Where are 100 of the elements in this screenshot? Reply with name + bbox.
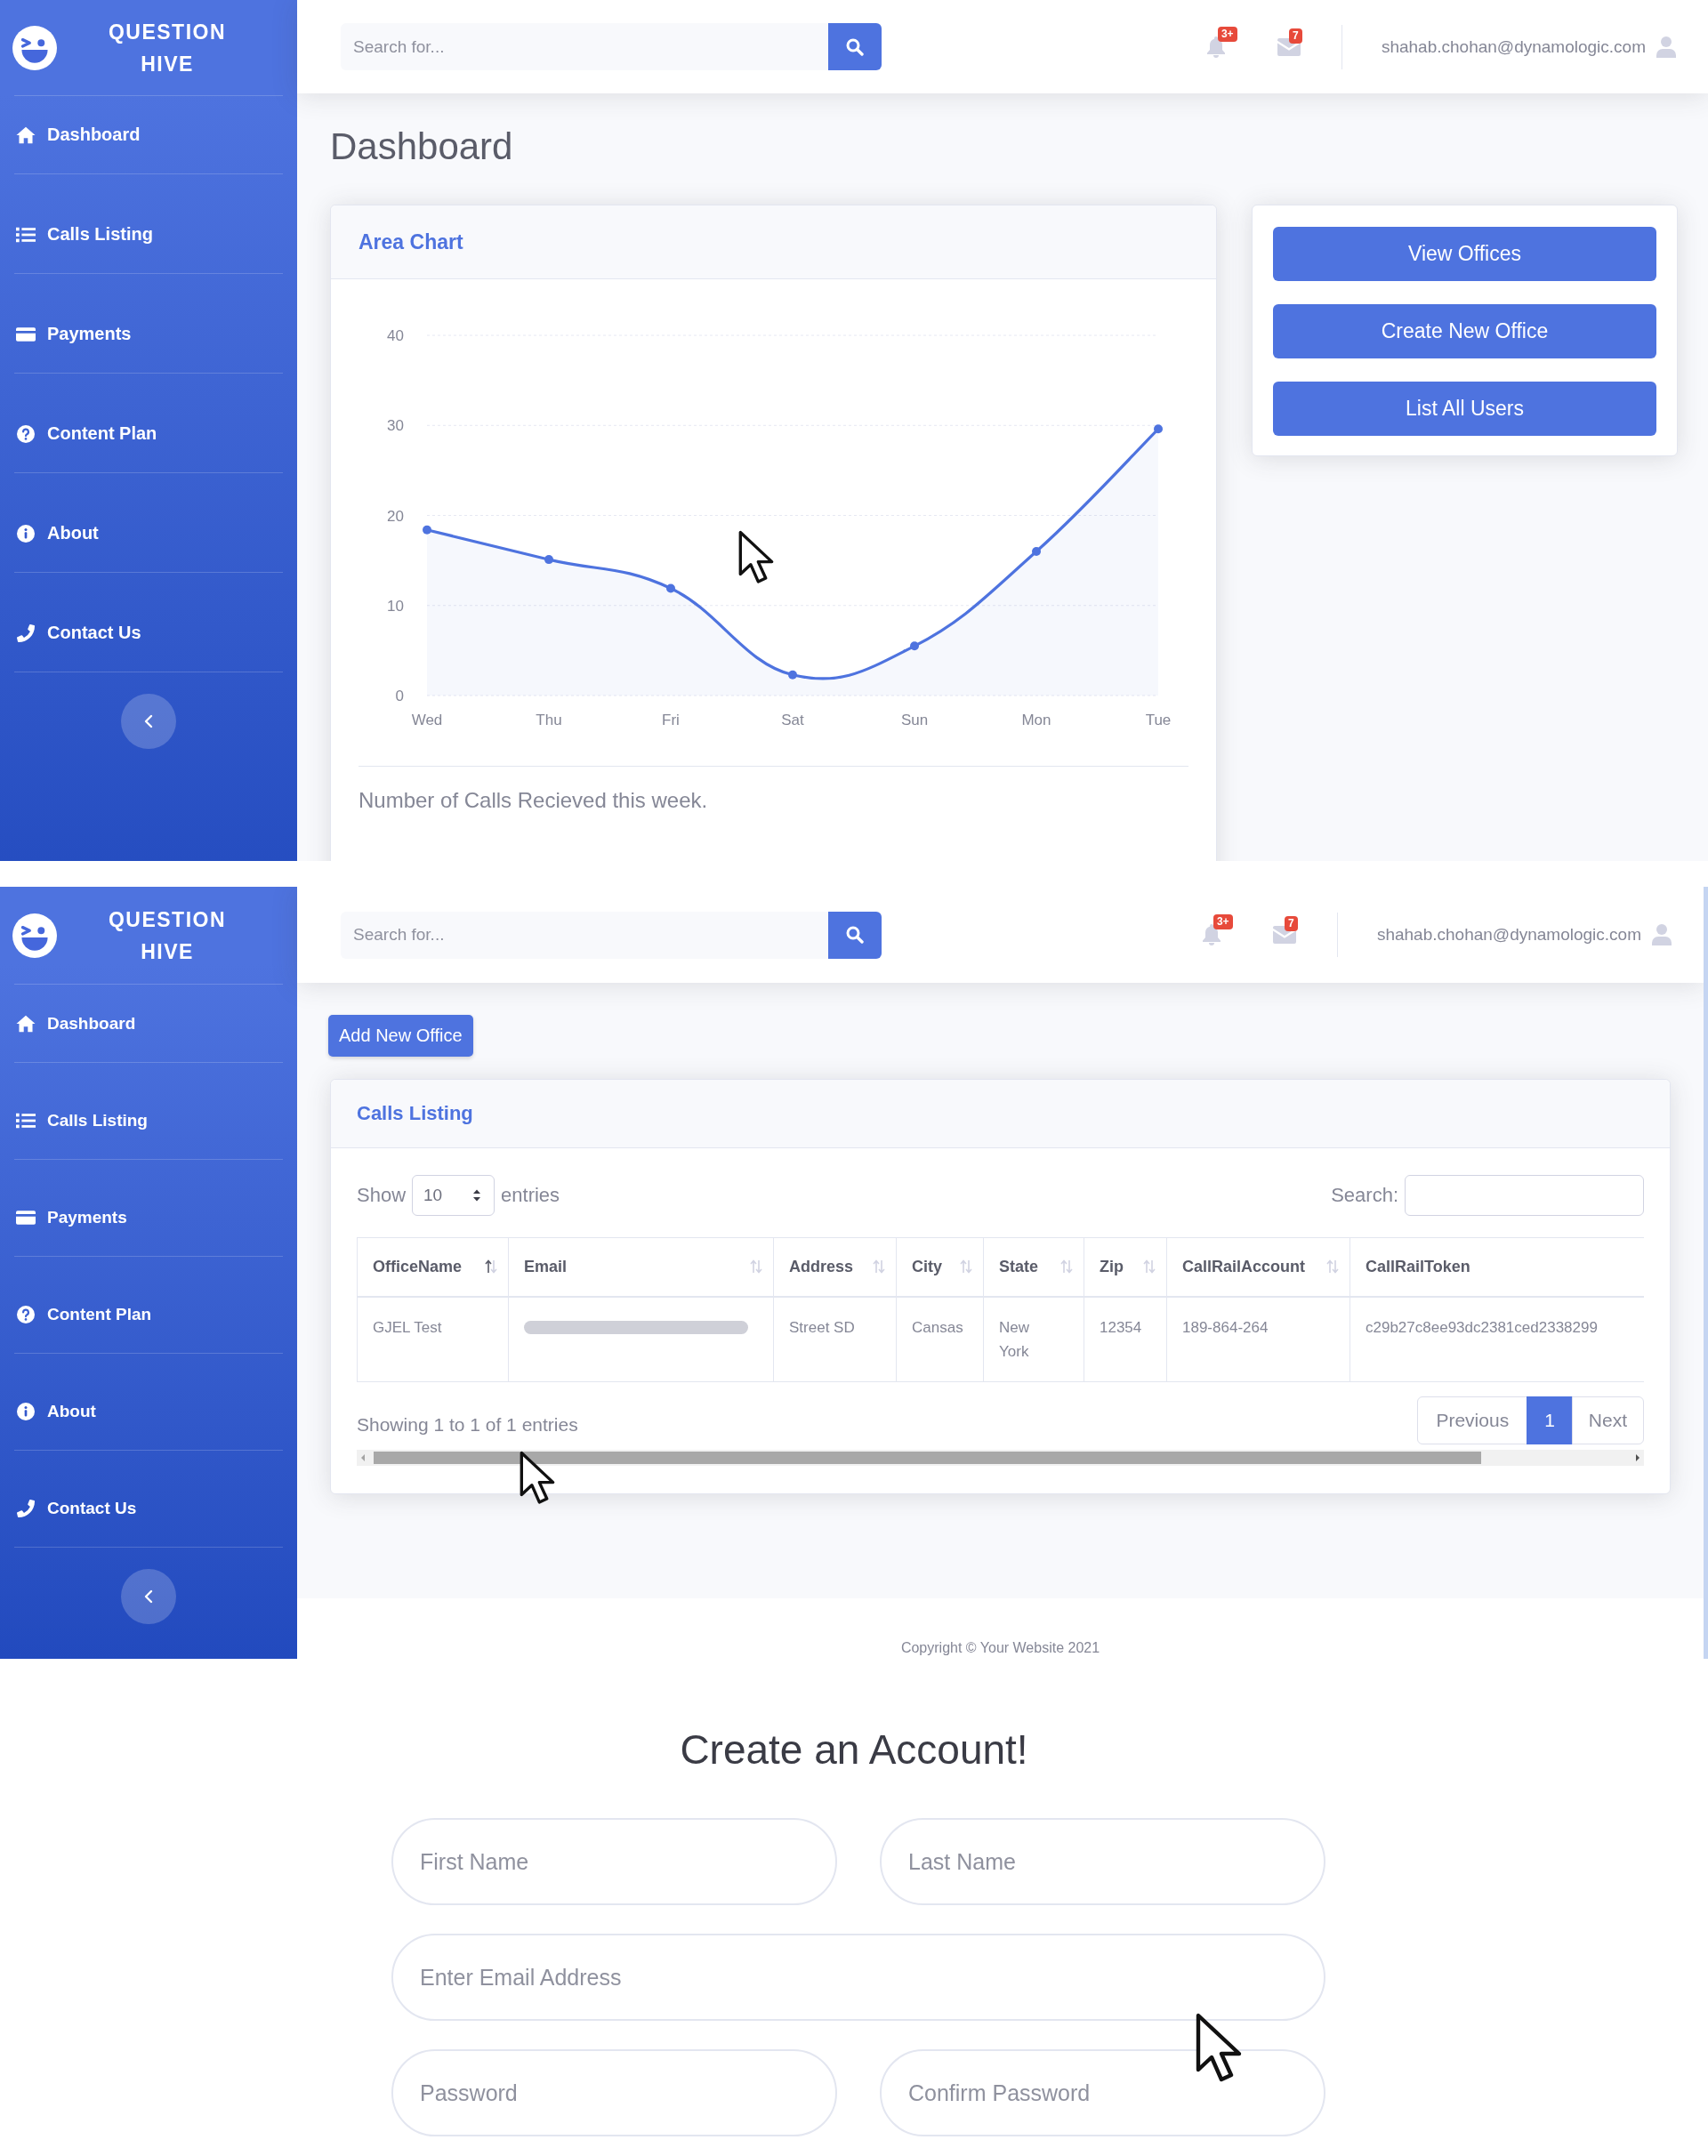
text-input-field[interactable]: First Name <box>391 1818 837 1905</box>
entries-label: entries <box>501 1184 560 1207</box>
table-cell: 189-864-264 <box>1166 1296 1350 1381</box>
text-input-field[interactable]: Confirm Password <box>880 2049 1325 2136</box>
brand-name: QUESTION HIVE <box>107 19 228 77</box>
nav-link[interactable]: Contact Us <box>16 623 141 643</box>
y-axis-label: 0 <box>395 688 404 704</box>
nav-link[interactable]: Calls Listing <box>16 224 153 245</box>
question-circle-icon <box>16 424 36 443</box>
user-email[interactable]: shahab.chohan@dynamologic.com <box>1376 925 1641 945</box>
copyright-text: Copyright © Your Website 2021 <box>900 1639 1100 1657</box>
question-circle-icon <box>16 1305 36 1323</box>
data-point <box>910 641 919 651</box>
mouse-pointer-icon <box>1196 2013 1242 2084</box>
phone-icon <box>16 1499 36 1517</box>
form-title: Create an Account! <box>679 1726 1029 1774</box>
list-icon <box>16 225 36 244</box>
bell-icon[interactable] <box>1205 36 1226 58</box>
data-point <box>423 525 431 535</box>
column-header[interactable]: Address <box>773 1237 897 1297</box>
nav-link[interactable]: Content Plan <box>16 423 157 444</box>
info-circle-icon <box>16 1402 36 1420</box>
pagination-button[interactable]: 1 <box>1527 1396 1573 1444</box>
x-axis-label: Sat <box>781 712 804 728</box>
nav-link[interactable]: Dashboard <box>16 1013 136 1034</box>
credit-card-icon <box>16 1208 36 1227</box>
list-icon <box>16 1111 36 1130</box>
action-button[interactable]: Create New Office <box>1273 304 1656 358</box>
scroll-right-icon[interactable] <box>1635 1452 1640 1462</box>
user-avatar-icon[interactable] <box>1652 924 1672 945</box>
nav-link[interactable]: Payments <box>16 1207 127 1227</box>
x-axis-label: Fri <box>662 712 680 728</box>
action-button[interactable]: List All Users <box>1273 382 1656 436</box>
nav-link[interactable]: Content Plan <box>16 1304 152 1324</box>
mouse-pointer-icon <box>738 530 774 585</box>
search-icon <box>846 926 864 944</box>
notification-count-badge: 3+ <box>1213 914 1233 929</box>
nav-link[interactable]: About <box>16 523 99 543</box>
smiley-face-icon <box>12 25 57 70</box>
y-axis-label: 30 <box>387 417 404 435</box>
column-header[interactable]: State <box>983 1237 1084 1297</box>
text-input-field[interactable]: Last Name <box>880 1818 1325 1905</box>
data-point <box>788 670 797 680</box>
column-header[interactable]: CallRailAccount <box>1166 1237 1350 1297</box>
search-button[interactable] <box>828 911 882 959</box>
nav-link[interactable]: Payments <box>16 324 132 344</box>
table-cell: Cansas <box>896 1296 984 1381</box>
user-avatar-icon[interactable] <box>1656 36 1676 58</box>
nav-link[interactable]: Calls Listing <box>16 1110 148 1130</box>
table-cell: 12354 <box>1084 1296 1167 1381</box>
brand-name: QUESTION HIVE <box>107 906 228 965</box>
column-header[interactable]: Email <box>508 1237 774 1297</box>
search-button[interactable] <box>828 23 882 70</box>
add-office-button[interactable]: Add New Office <box>328 1015 473 1057</box>
card-title: Calls Listing <box>357 1102 473 1125</box>
horizontal-scrollbar[interactable] <box>357 1449 1644 1466</box>
scrollbar-thumb[interactable] <box>374 1451 1481 1464</box>
column-header[interactable]: City <box>896 1237 984 1297</box>
column-header[interactable]: OfficeName <box>357 1237 509 1297</box>
notification-count-badge: 3+ <box>1217 26 1237 42</box>
home-icon <box>16 1014 36 1033</box>
nav-link[interactable]: Dashboard <box>16 125 141 145</box>
data-point <box>1032 547 1041 556</box>
pagination-button[interactable]: Next <box>1571 1396 1644 1444</box>
card-title: Area Chart <box>359 229 463 254</box>
action-button[interactable]: View Offices <box>1273 227 1656 281</box>
user-email[interactable]: shahab.chohan@dynamologic.com <box>1381 36 1646 57</box>
table-search-field[interactable] <box>1405 1175 1644 1216</box>
page-title: Dashboard <box>330 125 514 169</box>
search-icon <box>846 37 864 56</box>
bell-icon[interactable] <box>1201 924 1221 945</box>
entries-select[interactable]: 10 <box>412 1175 495 1216</box>
nav-link[interactable]: Contact Us <box>16 1498 137 1518</box>
data-point <box>544 555 553 565</box>
search-input-field[interactable]: Search for... <box>341 23 828 70</box>
show-label: Show <box>357 1184 407 1207</box>
message-count-badge: 7 <box>1288 28 1302 44</box>
column-header[interactable]: CallRailToken <box>1349 1237 1644 1297</box>
x-axis-label: Sun <box>900 712 929 728</box>
message-count-badge: 7 <box>1284 916 1298 931</box>
pagination-button[interactable]: Previous <box>1417 1396 1528 1444</box>
text-input-field[interactable]: Enter Email Address <box>391 1934 1325 2021</box>
smiley-face-icon <box>12 913 57 958</box>
table-info: Showing 1 to 1 of 1 entries <box>357 1413 578 1436</box>
search-input-field[interactable]: Search for... <box>341 911 828 959</box>
table-cell: New York <box>983 1296 1084 1381</box>
scroll-left-icon[interactable] <box>360 1452 366 1462</box>
nav-link[interactable]: About <box>16 1401 96 1421</box>
info-circle-icon <box>16 524 36 543</box>
y-axis-label: 40 <box>387 327 404 344</box>
search-label: Search: <box>1331 1184 1398 1207</box>
chart-caption: Number of Calls Recieved this week. <box>358 787 709 813</box>
column-header[interactable]: Zip <box>1084 1237 1167 1297</box>
data-point <box>666 583 675 593</box>
table-cell: Street SD <box>773 1296 897 1381</box>
chevron-left-icon <box>144 1589 153 1604</box>
y-axis-label: 20 <box>387 507 404 525</box>
text-input-field[interactable]: Password <box>391 2049 837 2136</box>
home-icon <box>16 125 36 144</box>
x-axis-label: Wed <box>411 712 443 728</box>
